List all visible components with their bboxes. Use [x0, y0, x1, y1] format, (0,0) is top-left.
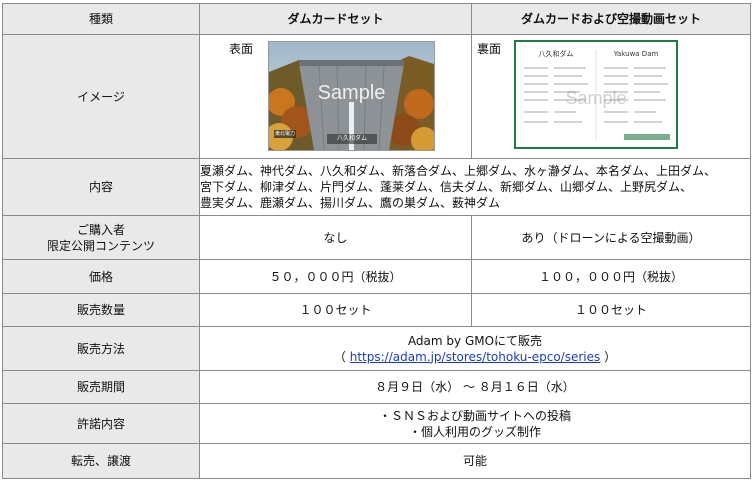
license-label: 許諾内容	[2, 403, 200, 444]
resale-value: 可能	[199, 443, 751, 479]
resale-row: 転売、譲渡 可能	[2, 443, 751, 479]
header-row: 種類 ダムカードセット ダムカードおよび空撮動画セット	[2, 3, 751, 35]
exclusive-label-line-1: ご購入者	[76, 222, 125, 237]
period-label: 販売期間	[2, 370, 200, 404]
method-value: Adam by GMOにて販売 （ https://adam.jp/stores…	[199, 326, 751, 371]
quantity-video-set: １００セット	[471, 293, 751, 327]
header-dam-card-set: ダムカードセット	[199, 3, 472, 35]
license-line-1: ・ＳＮＳおよび動画サイトへの投稿	[378, 408, 571, 423]
front-caption: 八久和ダム	[336, 135, 367, 142]
license-line-2: ・個人利用のグッズ制作	[408, 424, 541, 439]
front-label: 表面	[229, 42, 254, 56]
content-line-2: 宮下ダム、柳津ダム、片門ダム、蓬莱ダム、信夫ダム、新郷ダム、山郷ダム、上野尻ダム…	[200, 180, 693, 194]
price-video-set: １００，０００円（税抜）	[471, 259, 751, 294]
method-label: 販売方法	[2, 326, 200, 371]
price-card-set: ５０，０００円（税抜）	[199, 259, 472, 294]
image-row: イメージ 表面 Sample 東北電力 八久和ダム 裏面 八久和ダム Yakuw…	[2, 34, 751, 159]
exclusive-label-line-2: 限定公開コンテンツ	[46, 238, 155, 253]
back-card-image: 八久和ダム Yakuwa Dam Sample	[514, 40, 678, 149]
front-card-image: Sample 東北電力 八久和ダム	[268, 41, 435, 151]
quantity-card-set: １００セット	[199, 293, 472, 327]
price-row: 価格 ５０，０００円（税抜） １００，０００円（税抜）	[2, 259, 751, 294]
product-table: 種類 ダムカードセット ダムカードおよび空撮動画セット イメージ 表面 Samp…	[2, 3, 751, 479]
method-line-2: （ https://adam.jp/stores/tohoku-epco/ser…	[200, 349, 750, 365]
header-type: 種類	[2, 3, 200, 35]
quantity-row: 販売数量 １００セット １００セット	[2, 293, 751, 327]
content-line-3: 豊実ダム、鹿瀬ダム、揚川ダム、鷹の巣ダム、薮神ダム	[200, 196, 501, 210]
license-value: ・ＳＮＳおよび動画サイトへの投稿 ・個人利用のグッズ制作	[199, 403, 751, 444]
content-label: 内容	[2, 158, 200, 216]
method-row: 販売方法 Adam by GMOにて販売 （ https://adam.jp/s…	[2, 326, 751, 371]
price-label: 価格	[2, 259, 200, 294]
content-value: 夏瀬ダム、神代ダム、八久和ダム、新落合ダム、上郷ダム、水ヶ瀞ダム、本名ダム、上田…	[199, 158, 751, 216]
store-link[interactable]: https://adam.jp/stores/tohoku-epco/serie…	[350, 350, 601, 364]
sample-watermark: Sample	[317, 82, 386, 104]
content-line-1: 夏瀬ダム、神代ダム、八久和ダム、新落合ダム、上郷ダム、水ヶ瀞ダム、本名ダム、上田…	[200, 164, 717, 178]
exclusive-row: ご購入者 限定公開コンテンツ なし あり（ドローンによる空撮動画）	[2, 215, 751, 260]
resale-label: 転売、譲渡	[2, 443, 200, 479]
image-row-label: イメージ	[2, 34, 200, 159]
license-row: 許諾内容 ・ＳＮＳおよび動画サイトへの投稿 ・個人利用のグッズ制作	[2, 403, 751, 444]
paren-open: （	[333, 349, 350, 364]
front-image-cell: 表面 Sample 東北電力 八久和ダム	[199, 34, 472, 159]
quantity-label: 販売数量	[2, 293, 200, 327]
period-value: ８月９日（水） ～ ８月１６日（水）	[199, 370, 751, 404]
exclusive-video-set: あり（ドローンによる空撮動画）	[471, 215, 751, 260]
method-line-1: Adam by GMOにて販売	[407, 333, 543, 348]
back-image-cell: 裏面 八久和ダム Yakuwa Dam Sample	[471, 34, 751, 159]
front-badge: 東北電力	[275, 131, 296, 137]
period-row: 販売期間 ８月９日（水） ～ ８月１６日（水）	[2, 370, 751, 404]
exclusive-card-set: なし	[199, 215, 472, 260]
header-dam-card-video-set: ダムカードおよび空撮動画セット	[471, 3, 751, 35]
back-sample-watermark: Sample	[565, 88, 627, 108]
content-row: 内容 夏瀬ダム、神代ダム、八久和ダム、新落合ダム、上郷ダム、水ヶ瀞ダム、本名ダム…	[2, 158, 751, 216]
paren-close: ）	[600, 349, 617, 364]
back-label: 裏面	[477, 42, 502, 56]
exclusive-label: ご購入者 限定公開コンテンツ	[2, 215, 200, 260]
